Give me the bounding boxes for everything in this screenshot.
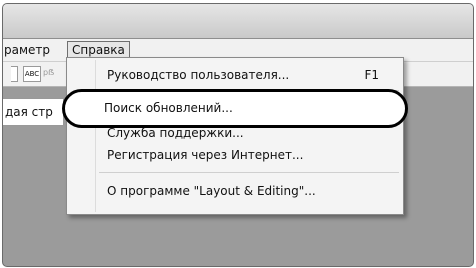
menu-separator xyxy=(99,172,399,173)
menu-item-label: О программе "Layout & Editing"... xyxy=(107,184,316,198)
menu-item-register-online[interactable]: Регистрация через Интернет... xyxy=(67,144,403,166)
menu-item-about[interactable]: О программе "Layout & Editing"... xyxy=(67,180,403,202)
document-tab-partial[interactable]: дая стр xyxy=(3,98,64,126)
menu-item-shortcut: F1 xyxy=(364,68,379,82)
highlighted-menu-item-label[interactable]: Поиск обновлений... xyxy=(104,97,233,119)
menu-item-label: Руководство пользователя... xyxy=(107,68,290,82)
menu-item-user-guide[interactable]: Руководство пользователя... F1 xyxy=(67,64,403,86)
title-bar xyxy=(3,4,473,39)
format-icon[interactable]: pẞ xyxy=(43,66,57,80)
abc-icon: ABC xyxy=(24,70,40,78)
menu-item-label: Регистрация через Интернет... xyxy=(107,148,304,162)
menu-parameters[interactable]: раметр xyxy=(3,42,53,58)
spellcheck-button[interactable]: ABC xyxy=(23,66,41,82)
toolbar-button-partial[interactable] xyxy=(11,66,18,82)
help-dropdown-menu: Руководство пользователя... F1 Служба по… xyxy=(66,57,404,215)
